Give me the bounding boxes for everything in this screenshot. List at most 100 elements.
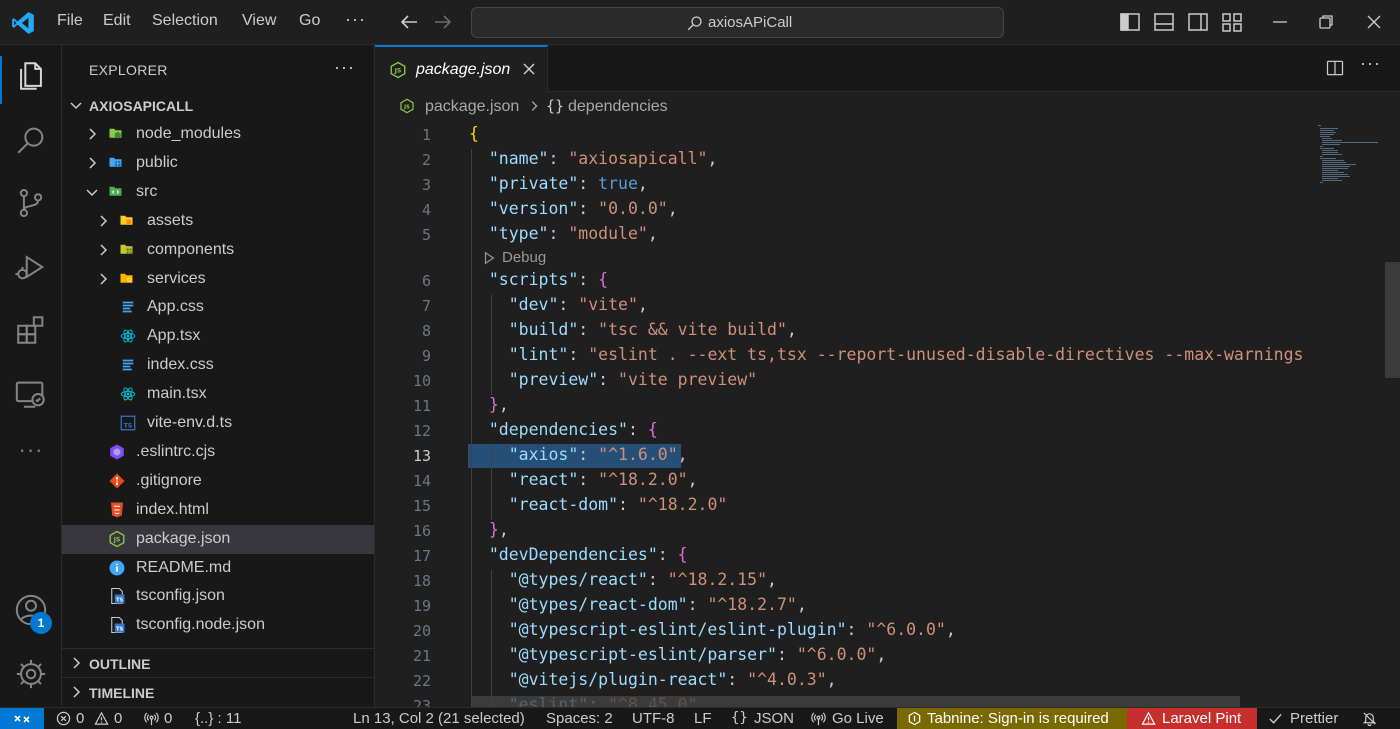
warning-count[interactable]: 0 [114,710,122,727]
tree-item-node-modules[interactable]: node_modules [62,120,374,149]
menu-view[interactable]: View [242,12,276,30]
customize-layout-icon[interactable] [1220,10,1244,34]
tree-item-tsconfig-json[interactable]: TS tsconfig.json [62,582,374,611]
menu-selection[interactable]: Selection [152,12,218,30]
cursor-position[interactable]: Ln 13, Col 2 (21 selected) [353,710,525,727]
code-line[interactable]: "dev": "vite", [469,295,648,314]
toggle-panel-icon[interactable] [1152,10,1176,34]
active-indicator [0,56,2,104]
remote-icon [14,715,30,723]
minimize-icon[interactable] [1268,10,1292,34]
minimap[interactable] [1310,122,1380,707]
timeline-section[interactable]: TIMELINE [62,678,374,707]
more-icon[interactable]: ··· [14,437,48,471]
close-icon[interactable] [521,61,537,77]
notifications-bell-icon[interactable] [1362,711,1377,726]
forward-arrow-icon[interactable] [431,10,455,34]
code-line[interactable]: "@typescript-eslint/parser": "^6.0.0", [469,645,887,664]
tree-item-vite-env-d-ts[interactable]: TS vite-env.d.ts [62,409,374,438]
tree-item-src[interactable]: src [62,178,374,207]
code-line[interactable]: "axios": "^1.6.0", [469,445,688,464]
workspace-root[interactable]: AXIOSAPICALL [62,91,374,120]
code-line[interactable]: "scripts": { [469,270,608,289]
code-line[interactable]: "react": "^18.2.0", [469,470,698,489]
outline-section[interactable]: OUTLINE [62,649,374,678]
code-line[interactable]: "type": "module", [469,224,658,243]
tree-item-public[interactable]: public [62,149,374,178]
tree-item-tsconfig-node-json[interactable]: TS tsconfig.node.json [62,611,374,640]
code-line[interactable]: "version": "0.0.0", [469,199,678,218]
code-line[interactable]: { [469,124,479,143]
json-symbol-count[interactable]: {..} : 11 [195,710,241,727]
tree-item-main-tsx[interactable]: main.tsx [62,380,374,409]
breadcrumb-symbol[interactable]: dependencies [568,98,668,116]
menu-edit[interactable]: Edit [103,12,131,30]
code-line[interactable]: "@vitejs/plugin-react": "^4.0.3", [469,670,837,689]
encoding[interactable]: UTF-8 [632,710,675,727]
code-line[interactable]: "devDependencies": { [469,545,688,564]
language-mode[interactable]: JSON [754,710,794,727]
remote-explorer-icon[interactable] [14,377,48,411]
code-editor[interactable]: 1 2 3 4 5 6 7 8 9 10 11 12 13 14 15 16 17 18 19 20 21 22 23 { … [375,122,1400,707]
explorer-icon[interactable] [14,59,48,93]
code-line[interactable]: "react-dom": "^18.2.0" [469,495,728,514]
toggle-primary-sidebar-icon[interactable] [1118,10,1142,34]
tab-package-json[interactable]: JS package.json [375,45,548,92]
tree-item-components[interactable]: components [62,236,374,265]
code-line[interactable]: "private": true, [469,174,648,193]
tree-item-app-css[interactable]: App.css [62,293,374,322]
manage-gear-icon[interactable] [14,657,48,691]
code-line[interactable]: "@typescript-eslint/eslint-plugin": "^6.… [469,620,956,639]
code-line[interactable]: "build": "tsc && vite build", [469,320,797,339]
indentation[interactable]: Spaces: 2 [546,710,613,727]
code-line[interactable]: }, [469,520,509,539]
source-control-icon[interactable] [14,186,48,220]
run-debug-icon[interactable] [14,250,48,284]
editor-more-button[interactable]: ··· [1360,53,1381,74]
breadcrumb-file[interactable]: package.json [425,98,519,116]
code-line[interactable]: "lint": "eslint . --ext ts,tsx --report-… [469,345,1304,364]
toggle-secondary-sidebar-icon[interactable] [1186,10,1210,34]
code-line[interactable]: "preview": "vite preview" [469,370,757,389]
code-token: : [618,495,638,514]
code-line[interactable]: }, [469,395,509,414]
error-count[interactable]: 0 [76,710,84,727]
tree-item-app-tsx[interactable]: App.tsx [62,322,374,351]
menu-go[interactable]: Go [299,12,320,30]
tree-item-index-html[interactable]: index.html [62,496,374,525]
tree-item-services[interactable]: services [62,265,374,294]
code-line[interactable]: "@types/react": "^18.2.15", [469,570,777,589]
go-live-button[interactable]: Go Live [832,710,884,727]
tabnine-status[interactable]: Tabnine: Sign-in is required [897,708,1127,729]
back-arrow-icon[interactable] [397,10,421,34]
restore-icon[interactable] [1314,10,1338,34]
ports-count[interactable]: 0 [164,710,172,727]
explorer-more-button[interactable]: ··· [334,57,355,78]
tree-item-assets[interactable]: assets [62,207,374,236]
laravel-pint-status[interactable]: Laravel Pint [1127,708,1257,729]
code-line[interactable]: "@types/react-dom": "^18.2.7", [469,595,807,614]
tree-item-gitignore[interactable]: .gitignore [62,467,374,496]
vertical-scrollbar[interactable] [1385,262,1400,378]
explorer-sidebar: EXPLORER ··· AXIOSAPICALL node_modules pu… [62,45,375,707]
prettier-status[interactable]: Prettier [1290,710,1338,727]
tree-item-label: index.css [147,356,214,374]
code-token: : [647,570,668,589]
menu-file[interactable]: File [57,12,83,30]
tree-item-eslintrc-cjs[interactable]: .eslintrc.cjs [62,438,374,467]
extensions-icon[interactable] [14,313,48,347]
code-line[interactable]: "name": "axiosapicall", [469,149,718,168]
menu-more-button[interactable]: ··· [345,9,366,30]
close-window-icon[interactable] [1362,10,1386,34]
horizontal-scrollbar[interactable] [471,696,1240,707]
search-icon[interactable] [14,123,48,157]
split-editor-icon[interactable] [1325,58,1345,78]
end-of-line[interactable]: LF [694,710,712,727]
remote-indicator[interactable] [0,708,44,729]
command-center-search[interactable]: axiosAPiCall [471,7,1004,38]
tree-item-index-css[interactable]: index.css [62,351,374,380]
tree-item-package-json[interactable]: JS package.json [62,524,374,554]
tree-item-readme-md[interactable]: README.md [62,554,374,583]
code-line[interactable]: "dependencies": { [469,420,658,439]
